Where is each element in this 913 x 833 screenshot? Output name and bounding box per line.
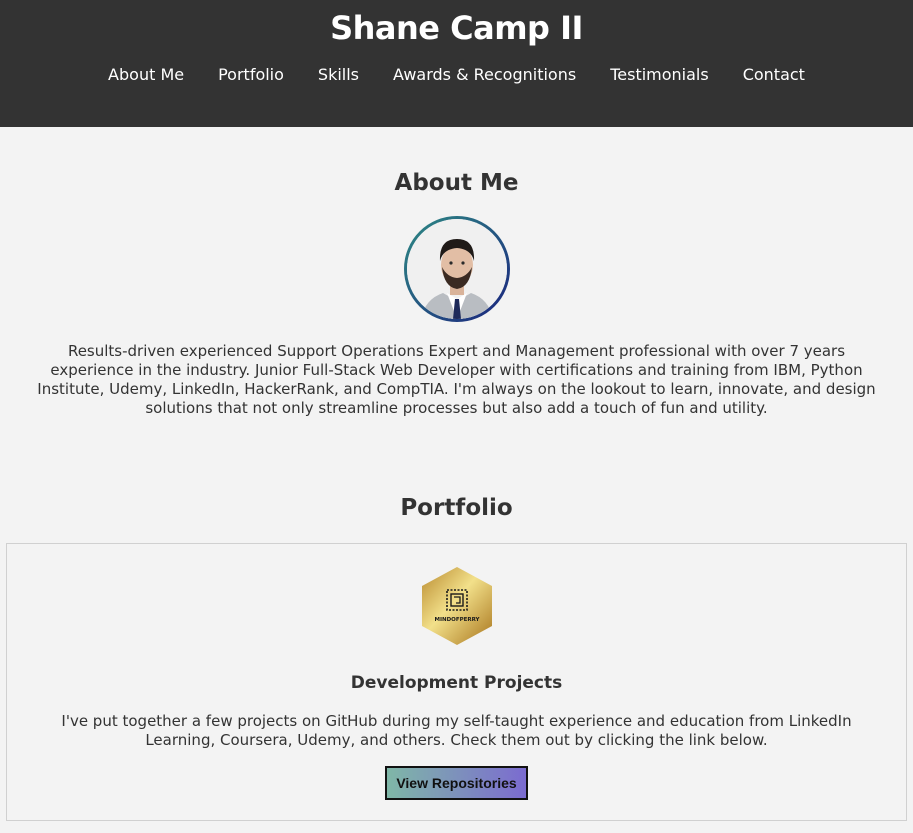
mindofperry-logo-icon: MINDOFPERRY — [421, 567, 492, 645]
nav-about-me[interactable]: About Me — [108, 65, 184, 85]
nav-portfolio[interactable]: Portfolio — [218, 65, 284, 85]
nav-contact[interactable]: Contact — [743, 65, 805, 85]
about-section: About Me Results-driven experienced Supp… — [0, 127, 913, 418]
person-icon — [406, 219, 507, 319]
site-title: Shane Camp II — [330, 9, 583, 47]
portfolio-card: MINDOFPERRY Development Projects I've pu… — [6, 543, 907, 821]
about-description: Results-driven experienced Support Opera… — [37, 342, 876, 417]
portfolio-section: Portfolio MINDOFPERRY Development Projec… — [0, 493, 913, 821]
portfolio-heading: Portfolio — [400, 495, 513, 521]
nav-skills[interactable]: Skills — [318, 65, 359, 85]
about-heading: About Me — [394, 170, 519, 196]
card-description: I've put together a few projects on GitH… — [61, 712, 852, 749]
nav-testimonials[interactable]: Testimonials — [610, 65, 709, 85]
main-nav: About Me Portfolio Skills Awards & Recog… — [0, 65, 913, 85]
card-title: Development Projects — [350, 673, 563, 693]
view-repositories-button[interactable]: View Repositories — [385, 766, 528, 800]
site-header: Shane Camp II About Me Portfolio Skills … — [0, 0, 913, 127]
avatar — [403, 216, 510, 322]
logo-text: MINDOFPERRY — [434, 617, 480, 623]
profile-photo — [406, 219, 507, 319]
nav-awards[interactable]: Awards & Recognitions — [393, 65, 576, 85]
